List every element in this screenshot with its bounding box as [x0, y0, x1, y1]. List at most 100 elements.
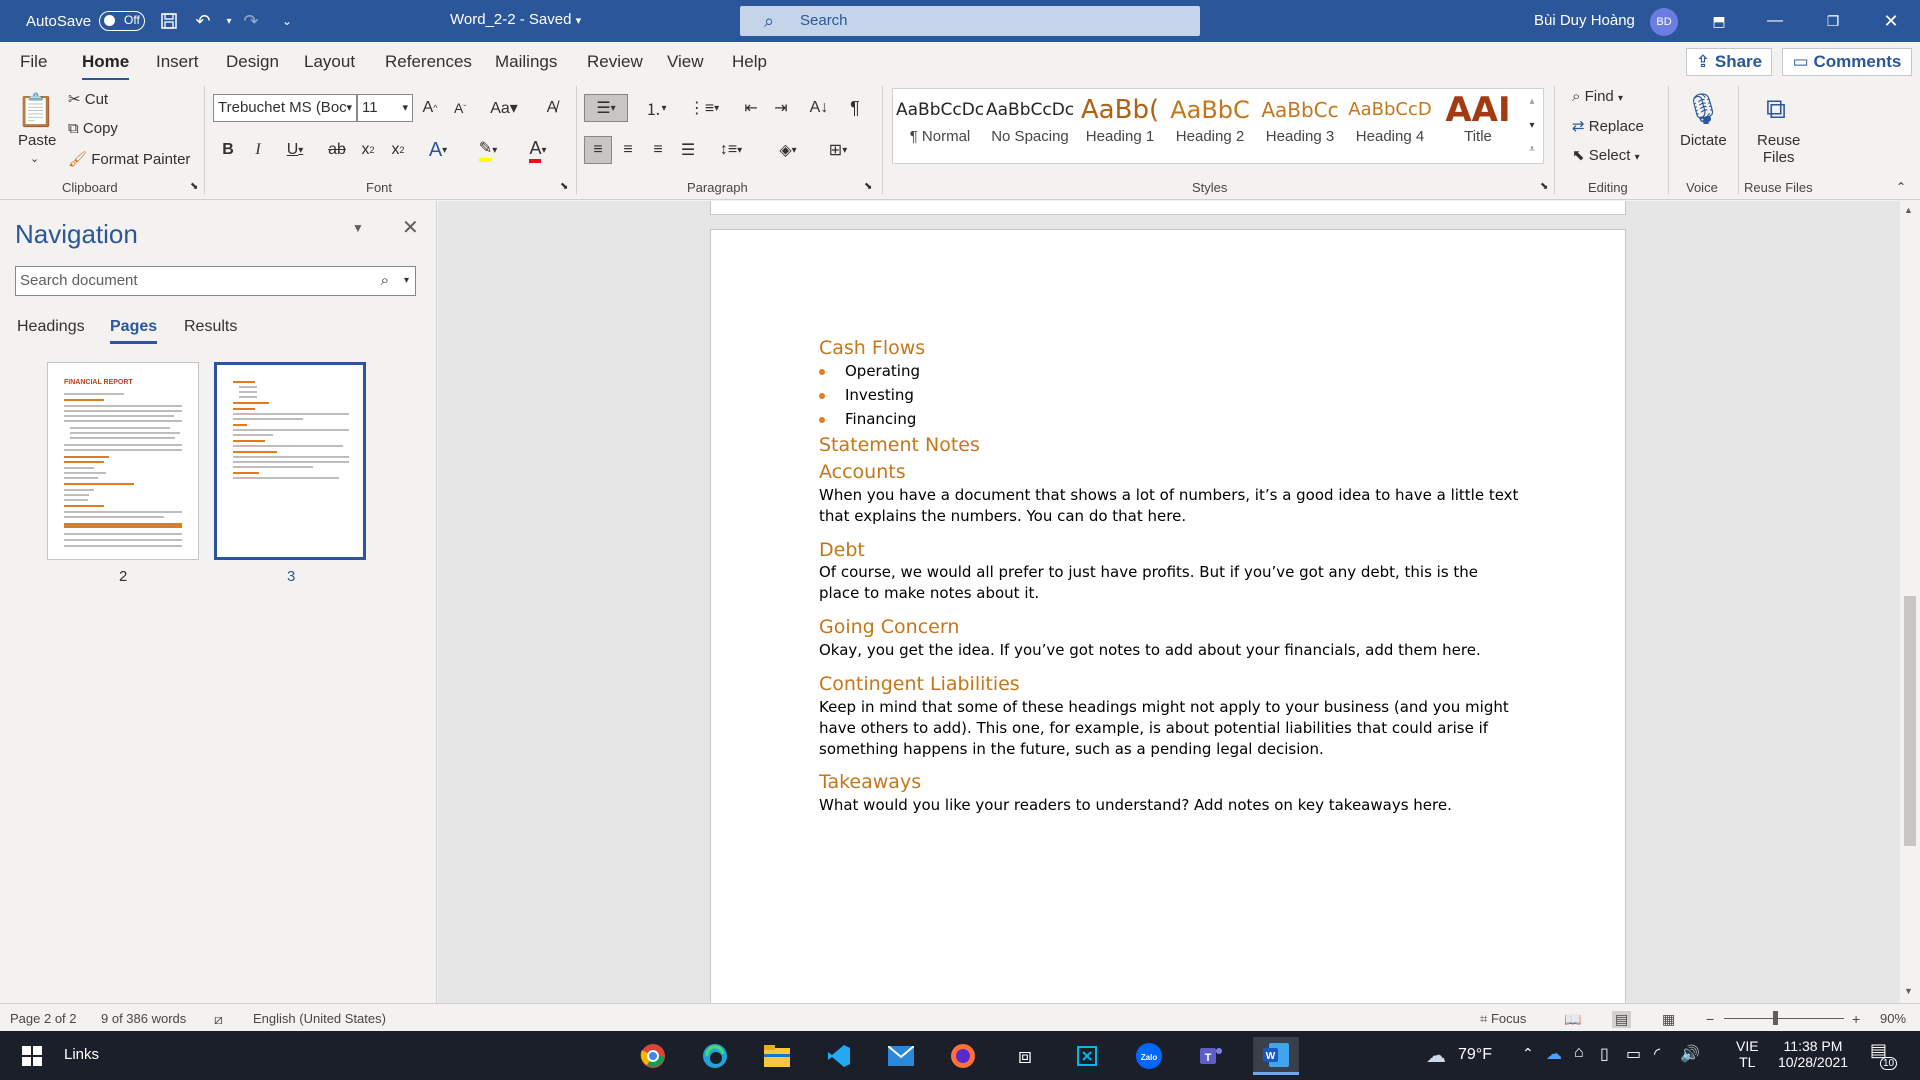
- clock[interactable]: 11:38 PM 10/28/2021: [1778, 1038, 1848, 1070]
- temperature[interactable]: 79°F: [1458, 1046, 1492, 1064]
- scrollbar-thumb[interactable]: [1904, 596, 1916, 846]
- weather-icon[interactable]: ☁: [1426, 1043, 1446, 1068]
- close-icon[interactable]: ✕: [1878, 8, 1904, 34]
- reuse-files-button[interactable]: Reuse Files: [1757, 132, 1800, 166]
- multilevel-list-icon[interactable]: ⋮≡ ▾: [684, 94, 724, 122]
- page-count[interactable]: Page 2 of 2: [10, 1011, 77, 1026]
- document-page[interactable]: Cash Flows Operating Investing Financing…: [710, 229, 1626, 1003]
- tab-view[interactable]: View: [667, 52, 704, 72]
- devices-icon[interactable]: ▯: [1600, 1044, 1609, 1064]
- styles-scroll-up-icon[interactable]: ▴: [1522, 90, 1542, 112]
- tab-references[interactable]: References: [385, 52, 472, 72]
- links-toolbar[interactable]: Links: [64, 1046, 99, 1063]
- paragraph-launcher-icon[interactable]: ⬊: [864, 181, 872, 192]
- tab-layout[interactable]: Layout: [304, 52, 355, 72]
- sort-icon[interactable]: A↓: [806, 94, 832, 122]
- tab-file[interactable]: File: [20, 52, 47, 72]
- zoom-out-icon[interactable]: −: [1706, 1011, 1714, 1027]
- style-no-spacing[interactable]: AaBbCcDc No Spacing: [986, 92, 1074, 160]
- change-case-icon[interactable]: Aa▾: [484, 94, 524, 122]
- numbering-icon[interactable]: ⒈ ▾: [636, 94, 676, 122]
- search-options-icon[interactable]: ▾: [404, 267, 409, 295]
- reuse-files-icon[interactable]: ⧉: [1756, 88, 1796, 130]
- bold-icon[interactable]: B: [218, 136, 238, 164]
- chrome-icon[interactable]: [633, 1037, 673, 1075]
- page-thumbnail-selected[interactable]: [214, 362, 366, 560]
- autosave-toggle[interactable]: Off: [99, 11, 146, 31]
- microphone-icon[interactable]: 🎙: [1684, 88, 1722, 130]
- input-language[interactable]: VIE TL: [1736, 1038, 1759, 1070]
- borders-icon[interactable]: ⊞ ▾: [816, 136, 860, 164]
- font-family-select[interactable]: Trebuchet MS (Boc ▾: [213, 94, 357, 122]
- web-layout-icon[interactable]: ▦: [1662, 1011, 1675, 1028]
- superscript-icon[interactable]: x2: [386, 136, 410, 164]
- dropbox-icon[interactable]: ⧈: [1005, 1037, 1045, 1075]
- style-heading-4[interactable]: AaBbCcD Heading 4: [1346, 92, 1434, 160]
- focus-button[interactable]: ⌗ Focus: [1480, 1011, 1526, 1027]
- read-mode-icon[interactable]: 📖: [1564, 1011, 1581, 1028]
- mail-icon[interactable]: [881, 1037, 921, 1075]
- print-layout-icon[interactable]: ▤: [1612, 1011, 1632, 1028]
- format-painter-button[interactable]: 🖌 Format Painter: [68, 150, 190, 168]
- word-icon[interactable]: W: [1253, 1037, 1299, 1075]
- styles-scroll-down-icon[interactable]: ▾: [1522, 114, 1542, 136]
- undo-dropdown-icon[interactable]: ▾: [218, 10, 240, 32]
- avatar[interactable]: BD: [1650, 8, 1678, 36]
- clear-formatting-icon[interactable]: A̸: [538, 94, 566, 122]
- copy-button[interactable]: ⧉ Copy: [68, 120, 118, 137]
- bullets-icon[interactable]: ☰ ▾: [584, 94, 628, 122]
- style-heading-2[interactable]: AaBbC Heading 2: [1166, 92, 1254, 160]
- battery-icon[interactable]: ▭: [1626, 1044, 1641, 1064]
- restore-icon[interactable]: ❐: [1820, 8, 1846, 34]
- save-icon[interactable]: [158, 10, 180, 32]
- tab-design[interactable]: Design: [226, 52, 279, 72]
- edge-icon[interactable]: [695, 1037, 735, 1075]
- zoom-level[interactable]: 90%: [1880, 1011, 1906, 1026]
- replace-button[interactable]: ⇄ Replace: [1572, 117, 1644, 135]
- paste-dropdown-icon[interactable]: ⌄: [30, 152, 39, 165]
- scroll-down-icon[interactable]: ▼: [1904, 986, 1913, 996]
- grow-font-icon[interactable]: A ^: [418, 94, 442, 122]
- teams-icon[interactable]: T: [1191, 1037, 1231, 1075]
- vertical-scrollbar[interactable]: ▲ ▼: [1900, 201, 1920, 1003]
- underline-icon[interactable]: U ▾: [278, 136, 312, 164]
- font-launcher-icon[interactable]: ⬊: [560, 181, 568, 192]
- volume-icon[interactable]: 🔊: [1680, 1044, 1700, 1064]
- minimize-icon[interactable]: —: [1762, 8, 1788, 34]
- zoom-slider[interactable]: [1724, 1018, 1844, 1019]
- comments-button[interactable]: ▭ Comments: [1782, 48, 1912, 76]
- file-explorer-icon[interactable]: [757, 1037, 797, 1075]
- select-button[interactable]: ⬉ Select ▾: [1572, 146, 1640, 164]
- wifi-icon[interactable]: ◜: [1654, 1044, 1660, 1064]
- tab-review[interactable]: Review: [587, 52, 643, 72]
- vscode-icon[interactable]: [819, 1037, 859, 1075]
- close-pane-icon[interactable]: ✕: [402, 215, 419, 240]
- user-name[interactable]: Bùi Duy Hoàng: [1534, 12, 1635, 29]
- tab-headings[interactable]: Headings: [17, 318, 85, 336]
- document-canvas[interactable]: Cash Flows Operating Investing Financing…: [438, 201, 1900, 1003]
- tab-insert[interactable]: Insert: [156, 52, 199, 72]
- paste-button[interactable]: Paste: [18, 132, 56, 149]
- tab-help[interactable]: Help: [732, 52, 767, 72]
- firefox-icon[interactable]: [943, 1037, 983, 1075]
- autosave-control[interactable]: AutoSave Off: [26, 11, 146, 31]
- scroll-up-icon[interactable]: ▲: [1904, 205, 1913, 215]
- style-heading-1[interactable]: AaBb( Heading 1: [1076, 92, 1164, 160]
- font-size-select[interactable]: 11 ▾: [357, 94, 413, 122]
- snipping-tool-icon[interactable]: [1067, 1037, 1107, 1075]
- style-heading-3[interactable]: AaBbCc Heading 3: [1256, 92, 1344, 160]
- increase-indent-icon[interactable]: ⇥: [768, 94, 794, 122]
- show-hidden-icons-icon[interactable]: ⌃: [1522, 1045, 1534, 1062]
- zoom-slider-thumb[interactable]: [1773, 1011, 1778, 1025]
- tab-pages[interactable]: Pages: [110, 318, 158, 344]
- redo-icon[interactable]: ↷: [240, 10, 262, 32]
- collapse-ribbon-icon[interactable]: ⌃: [1896, 180, 1906, 194]
- word-count[interactable]: 9 of 386 words: [101, 1011, 186, 1026]
- align-center-icon[interactable]: ≡: [614, 136, 642, 164]
- font-color-icon[interactable]: A ▾: [518, 136, 558, 164]
- pane-options-icon[interactable]: ▼: [352, 221, 364, 235]
- network-location-icon[interactable]: ⌂: [1574, 1044, 1584, 1062]
- search-input[interactable]: ⌕ Search: [740, 6, 1200, 36]
- customize-toolbar-icon[interactable]: ⌄: [276, 10, 298, 32]
- text-effects-icon[interactable]: A ▾: [420, 136, 456, 164]
